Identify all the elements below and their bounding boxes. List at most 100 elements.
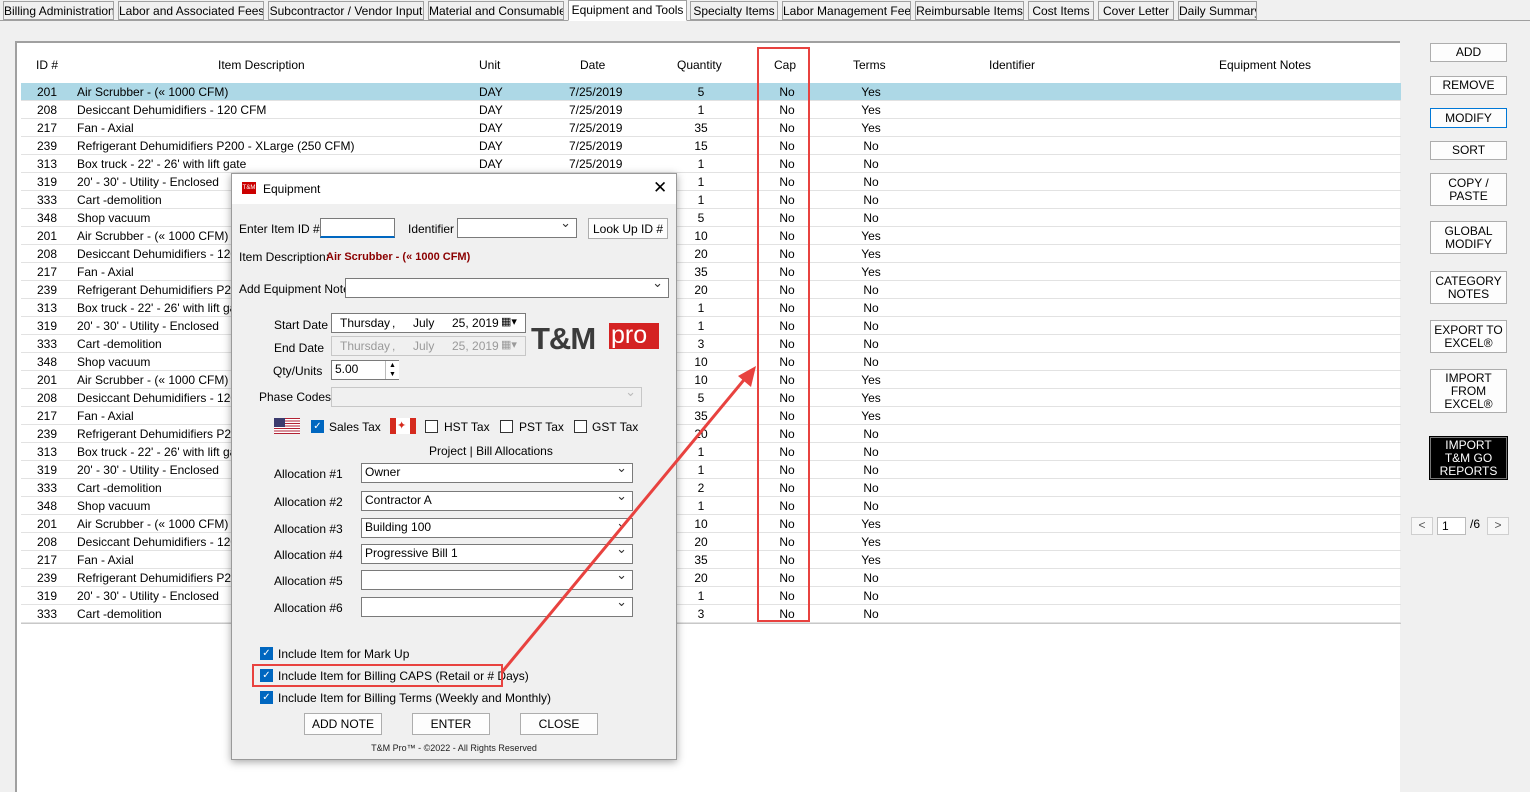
allocation-5-select[interactable] (361, 570, 633, 590)
tab-billing-administration[interactable]: Billing Administration (3, 1, 114, 20)
tab-material-consumable[interactable]: Material and Consumable (428, 1, 564, 20)
tab-daily-summary[interactable]: Daily Summary (1178, 1, 1257, 20)
hst-tax-checkbox[interactable] (425, 420, 438, 433)
allocation-4-select[interactable]: Progressive Bill 1 (361, 544, 633, 564)
tab-equipment-tools[interactable]: Equipment and Tools (568, 0, 687, 21)
export-to-excel-button[interactable]: EXPORT TO EXCEL® (1430, 320, 1507, 353)
add-equipment-note-label: Add Equipment Note (239, 282, 350, 296)
add-button[interactable]: ADD (1430, 43, 1507, 62)
table-row[interactable]: 313 Box truck - 22' - 26' with lift gat 1 N… (21, 299, 1401, 317)
tab-cost-items[interactable]: Cost Items (1028, 1, 1094, 20)
tab-cover-letter[interactable]: Cover Letter (1098, 1, 1174, 20)
calendar-icon[interactable]: ▦▾ (501, 337, 517, 353)
col-header-terms[interactable]: Terms (853, 58, 886, 72)
cell-terms: No (863, 463, 879, 477)
table-row[interactable]: 348 Shop vacuum 1 No No (21, 497, 1401, 515)
table-row[interactable]: 319 20' - 30' - Utility - Enclosed 1 No No (21, 587, 1401, 605)
include-billing-terms-label: Include Item for Billing Terms (Weekly a… (278, 691, 551, 705)
phase-codes-select[interactable] (331, 387, 642, 407)
end-date-picker[interactable]: Thursday , July 25, 2019 ▦▾ (331, 336, 526, 356)
cell-terms: Yes (861, 409, 881, 423)
table-row[interactable]: 217 Fan - Axial 35 No Yes (21, 407, 1401, 425)
modify-button[interactable]: MODIFY (1430, 108, 1507, 128)
col-header-id[interactable]: ID # (36, 58, 58, 72)
col-header-identifier[interactable]: Identifier (989, 58, 1035, 72)
allocation-1-select[interactable]: Owner (361, 463, 633, 483)
tab-reimbursable-items[interactable]: Reimbursable Items (915, 1, 1024, 20)
table-row[interactable]: 208 Desiccant Dehumidifiers - 120 C 5 No Yes (21, 389, 1401, 407)
tab-labor-associated-fees[interactable]: Labor and Associated Fees (118, 1, 264, 20)
table-row[interactable]: 208 Desiccant Dehumidifiers - 120 C 20 No Ye… (21, 245, 1401, 263)
table-row[interactable]: 333 Cart -demolition 3 No No (21, 335, 1401, 353)
sales-tax-checkbox[interactable] (311, 420, 324, 433)
equipment-note-select[interactable] (345, 278, 669, 298)
close-button[interactable]: CLOSE (520, 713, 598, 735)
close-icon[interactable]: ✕ (653, 179, 667, 196)
hst-tax-label: HST Tax (444, 420, 490, 434)
remove-button[interactable]: REMOVE (1430, 76, 1507, 95)
table-row[interactable]: 313 Box truck - 22' - 26' with lift gate D… (21, 155, 1401, 173)
import-tm-go-reports-button[interactable]: IMPORT T&M GO REPORTS (1429, 436, 1508, 480)
table-row[interactable]: 319 20' - 30' - Utility - Enclosed 1 No No (21, 173, 1401, 191)
table-row[interactable]: 239 Refrigerant Dehumidifiers P200 20 No No (21, 569, 1401, 587)
qty-stepper-icon[interactable]: ▲ ▼ (385, 361, 399, 379)
table-row[interactable]: 217 Fan - Axial 35 No Yes (21, 551, 1401, 569)
enter-button[interactable]: ENTER (412, 713, 490, 735)
table-row[interactable]: 239 Refrigerant Dehumidifiers P200 20 No No (21, 281, 1401, 299)
table-row[interactable]: 348 Shop vacuum 5 No No (21, 209, 1401, 227)
page-number-input[interactable]: 1 (1437, 517, 1466, 535)
col-header-description[interactable]: Item Description (218, 58, 305, 72)
cell-unit: DAY (479, 157, 503, 171)
table-row[interactable]: 208 Desiccant Dehumidifiers - 120 CFM DAY 7… (21, 101, 1401, 119)
identifier-select[interactable] (457, 218, 577, 238)
table-row[interactable]: 201 Air Scrubber - (« 1000 CFM) 10 No Yes (21, 227, 1401, 245)
table-row[interactable]: 239 Refrigerant Dehumidifiers P200 - XLar… (21, 137, 1401, 155)
col-header-quantity[interactable]: Quantity (677, 58, 722, 72)
import-from-excel-button[interactable]: IMPORT FROM EXCEL® (1430, 369, 1507, 413)
table-row[interactable]: 333 Cart -demolition 2 No No (21, 479, 1401, 497)
table-row[interactable]: 217 Fan - Axial 35 No Yes (21, 263, 1401, 281)
allocation-3-select[interactable]: Building 100 (361, 518, 633, 538)
category-notes-button[interactable]: CATEGORY NOTES (1430, 271, 1507, 304)
allocation-2-select[interactable]: Contractor A (361, 491, 633, 511)
table-row[interactable]: 313 Box truck - 22' - 26' with lift gat 1 N… (21, 443, 1401, 461)
prev-page-button[interactable]: < (1411, 517, 1433, 535)
table-row[interactable]: 201 Air Scrubber - (« 1000 CFM) DAY 7/25/20… (21, 83, 1401, 101)
cell-quantity: 1 (697, 157, 705, 171)
table-row[interactable]: 333 Cart -demolition 3 No No (21, 605, 1401, 623)
tab-specialty-items[interactable]: Specialty Items (690, 1, 778, 20)
start-date-picker[interactable]: Thursday , July 25, 2019 ▦▾ (331, 313, 526, 333)
table-row[interactable]: 319 20' - 30' - Utility - Enclosed 1 No No (21, 461, 1401, 479)
table-row[interactable]: 239 Refrigerant Dehumidifiers P200 20 No No (21, 425, 1401, 443)
table-row[interactable]: 333 Cart -demolition 1 No No (21, 191, 1401, 209)
cell-terms: Yes (861, 535, 881, 549)
include-markup-checkbox[interactable] (260, 647, 273, 660)
next-page-button[interactable]: > (1487, 517, 1509, 535)
gst-tax-checkbox[interactable] (574, 420, 587, 433)
allocation-6-select[interactable] (361, 597, 633, 617)
cell-terms: Yes (861, 265, 881, 279)
table-row[interactable]: 201 Air Scrubber - (« 1000 CFM) 10 No Yes (21, 371, 1401, 389)
table-row[interactable]: 208 Desiccant Dehumidifiers - 120 C 20 No Ye… (21, 533, 1401, 551)
sort-button[interactable]: SORT (1430, 141, 1507, 160)
col-header-date[interactable]: Date (580, 58, 605, 72)
copy-paste-button[interactable]: COPY / PASTE (1430, 173, 1507, 206)
col-header-unit[interactable]: Unit (479, 58, 500, 72)
calendar-icon[interactable]: ▦▾ (501, 314, 517, 330)
tab-labor-management-fee[interactable]: Labor Management Fee (782, 1, 911, 20)
table-row[interactable]: 201 Air Scrubber - (« 1000 CFM) 10 No Yes (21, 515, 1401, 533)
phase-codes-label: Phase Codes (259, 390, 332, 404)
add-note-button[interactable]: ADD NOTE (304, 713, 382, 735)
table-row[interactable]: 217 Fan - Axial DAY 7/25/2019 35 No Yes (21, 119, 1401, 137)
pst-tax-checkbox[interactable] (500, 420, 513, 433)
global-modify-button[interactable]: GLOBAL MODIFY (1430, 221, 1507, 254)
item-id-input[interactable] (320, 218, 395, 238)
look-up-id-button[interactable]: Look Up ID # (588, 218, 668, 239)
table-row[interactable]: 319 20' - 30' - Utility - Enclosed 1 No No (21, 317, 1401, 335)
include-billing-terms-checkbox[interactable] (260, 691, 273, 704)
col-header-equipment-notes[interactable]: Equipment Notes (1219, 58, 1311, 72)
item-description-label: Item Description: (239, 250, 330, 264)
table-row[interactable]: 348 Shop vacuum 10 No No (21, 353, 1401, 371)
tab-subcontractor-vendor-input[interactable]: Subcontractor / Vendor Input (268, 1, 424, 20)
dialog-footer-copyright: T&M Pro™ - ©2022 - All Rights Reserved (371, 743, 537, 753)
